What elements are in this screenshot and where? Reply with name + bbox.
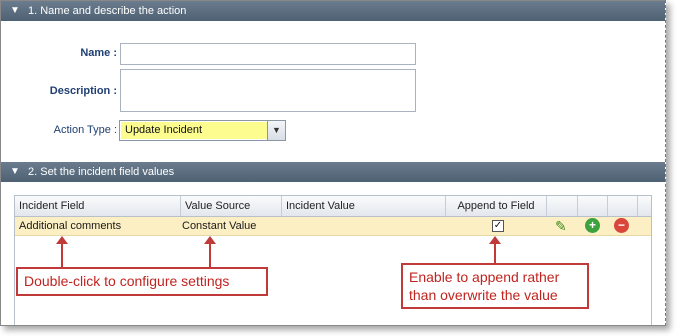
section-title: 1. Name and describe the action [28,5,187,17]
chevron-down-icon[interactable]: ▼ [9,162,21,182]
name-input[interactable] [120,43,416,65]
section-header-field-values[interactable]: ▼ 2. Set the incident field values [1,162,665,182]
incident-field-cell: Additional comments [19,220,122,232]
grid-header: Incident Field Value Source Incident Val… [15,196,651,217]
description-input[interactable] [120,69,416,112]
description-label: Description : [49,85,117,97]
callout-arrow [204,236,216,267]
dropdown-arrow-icon[interactable]: ▼ [267,121,285,140]
callout-arrow [56,236,68,267]
column-header-append-to-field[interactable]: Append to Field [446,196,547,216]
column-header-remove [608,196,638,216]
action-type-value: Update Incident [121,122,267,139]
column-header-add [578,196,608,216]
section-header-name-describe[interactable]: ▼ 1. Name and describe the action [1,1,665,21]
section-title: 2. Set the incident field values [28,166,175,178]
column-header-incident-field[interactable]: Incident Field [15,196,181,216]
edit-pencil-icon[interactable]: ✎ [555,218,567,234]
action-editor-panel: ▼ 1. Name and describe the action Name :… [0,0,666,326]
chevron-down-icon[interactable]: ▼ [9,1,21,21]
value-source-cell: Constant Value [182,220,257,232]
add-icon[interactable]: + [585,218,600,233]
append-callout: Enable to append rather than overwrite t… [401,263,589,309]
column-header-incident-value[interactable]: Incident Value [282,196,446,216]
configure-settings-callout: Double-click to configure settings [16,267,268,296]
column-header-edit [547,196,578,216]
remove-icon[interactable]: − [614,218,629,233]
table-row[interactable]: Additional comments Constant Value ✓ ✎ +… [15,217,651,236]
action-type-label: Action Type : [53,124,117,136]
action-type-select[interactable]: Update Incident ▼ [119,120,286,141]
append-to-field-checkbox[interactable]: ✓ [492,220,504,232]
callout-arrow [489,236,501,263]
column-header-value-source[interactable]: Value Source [181,196,282,216]
name-label: Name : [80,47,117,59]
